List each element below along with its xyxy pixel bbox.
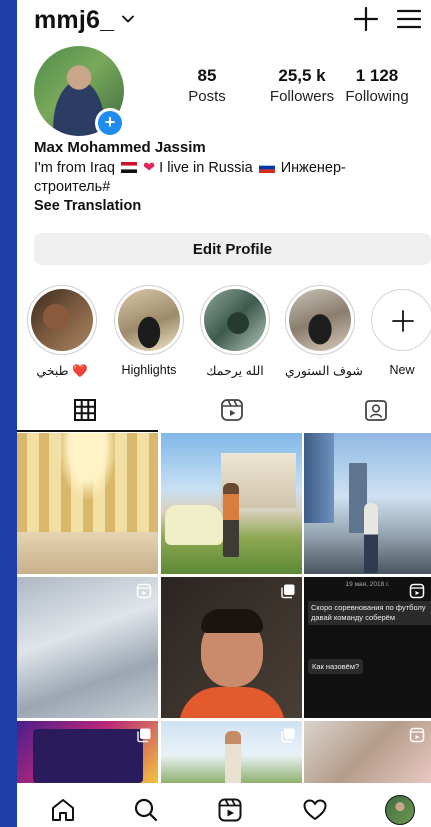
- home-icon[interactable]: [50, 797, 76, 823]
- new-highlight-button[interactable]: New: [367, 285, 431, 377]
- posts-grid: 19 мая, 2018 г. Скоро соревнования по фу…: [17, 433, 431, 783]
- highlight-ring: [114, 285, 184, 355]
- russia-flag-icon: [258, 162, 275, 173]
- photo-person: [223, 483, 239, 557]
- reel-badge-icon: [136, 583, 152, 599]
- highlight-cover: [204, 289, 266, 351]
- username[interactable]: mmj6_: [34, 6, 114, 35]
- followers-count-label: Followers: [269, 88, 335, 105]
- photo-person: [364, 503, 378, 573]
- following-count-value: 1 128: [355, 66, 399, 85]
- add-story-plus-icon[interactable]: +: [95, 108, 125, 138]
- story-answer-text: Как назовём?: [308, 659, 364, 674]
- posts-count-label: Posts: [188, 88, 226, 105]
- plus-icon: [392, 310, 414, 332]
- bottom-navigation: [17, 783, 431, 827]
- post-thumbnail[interactable]: [304, 721, 431, 783]
- bio-line-2: строитель#: [34, 179, 111, 195]
- highlight-label: الله يرحمك: [206, 364, 264, 378]
- edit-profile-button[interactable]: Edit Profile: [34, 233, 431, 265]
- post-thumbnail[interactable]: 19 мая, 2018 г. Скоро соревнования по фу…: [304, 577, 431, 718]
- activity-heart-icon[interactable]: [302, 797, 328, 823]
- profile-avatar-tab[interactable]: [385, 795, 415, 825]
- post-thumbnail[interactable]: [17, 721, 158, 783]
- post-thumbnail[interactable]: [161, 721, 302, 783]
- multi-post-badge-icon: [137, 728, 151, 743]
- bio-line-1: I'm from Iraq ❤ I live in Russia Инженер…: [34, 160, 346, 176]
- bio-text-c: Инженер-: [280, 160, 346, 176]
- photo-certificate: [33, 729, 143, 783]
- top-bar: mmj6_: [17, 0, 431, 44]
- tagged-tab-icon[interactable]: [362, 396, 390, 424]
- see-translation-link[interactable]: See Translation: [34, 198, 141, 214]
- post-thumbnail[interactable]: [161, 577, 302, 718]
- photo-person: [225, 731, 241, 783]
- grid-tab-icon[interactable]: [71, 396, 99, 424]
- highlight-item[interactable]: شوف الستوري: [285, 285, 363, 378]
- bio-text-b: I live in Russia: [159, 160, 253, 176]
- full-name: Max Mohammed Jassim: [34, 139, 206, 156]
- posts-count-value: 85: [197, 66, 217, 85]
- highlight-item[interactable]: طبخي ❤️: [27, 285, 97, 379]
- highlight-item[interactable]: Highlights: [114, 285, 184, 377]
- highlight-ring: [27, 285, 97, 355]
- heart-emoji-icon: ❤: [142, 160, 156, 176]
- reels-tab-icon[interactable]: [218, 396, 246, 424]
- followers-count[interactable]: 25,5 k Followers: [257, 66, 347, 105]
- multi-post-badge-icon: [281, 728, 295, 743]
- active-tab-indicator: [17, 430, 158, 432]
- bio-text-a: I'm from Iraq: [34, 160, 115, 176]
- photo-floor: [17, 532, 158, 574]
- iraq-flag-icon: [120, 162, 137, 173]
- followers-count-value: 25,5 k: [278, 66, 326, 85]
- post-thumbnail[interactable]: [161, 433, 302, 574]
- create-plus-icon[interactable]: [353, 6, 379, 32]
- reel-badge-icon: [409, 583, 425, 599]
- highlight-cover: [289, 289, 351, 351]
- highlight-label: طبخي ❤️: [36, 364, 88, 378]
- photo-car: [165, 505, 223, 545]
- highlight-ring: [285, 285, 355, 355]
- photo-tower: [304, 433, 334, 523]
- posts-count[interactable]: 85 Posts: [177, 66, 237, 105]
- highlight-label: شوف الستوري: [285, 364, 363, 378]
- photo-hair: [201, 609, 263, 633]
- highlight-label: Highlights: [121, 363, 177, 377]
- post-thumbnail[interactable]: [17, 433, 158, 574]
- highlight-cover: [31, 289, 93, 351]
- menu-icon[interactable]: [397, 8, 421, 30]
- highlight-ring: [367, 285, 431, 355]
- post-thumbnail[interactable]: [304, 433, 431, 574]
- highlight-cover: [118, 289, 180, 351]
- new-highlight-circle: [371, 289, 431, 351]
- search-icon[interactable]: [133, 797, 159, 823]
- story-question-text: Скоро соревнования по футболу давай кома…: [308, 601, 431, 625]
- multi-post-badge-icon: [281, 584, 295, 599]
- reel-badge-icon: [409, 727, 425, 743]
- profile-tabs: [17, 388, 431, 432]
- photo-shirt: [179, 687, 285, 718]
- profile-screen: mmj6_ + 85 Posts 25,5 k Followers 1 128 …: [17, 0, 431, 827]
- following-count[interactable]: 1 128 Following: [337, 66, 417, 105]
- reels-icon[interactable]: [217, 797, 243, 823]
- post-thumbnail[interactable]: [17, 577, 158, 718]
- highlight-item[interactable]: الله يرحمك: [200, 285, 270, 378]
- highlight-ring: [200, 285, 270, 355]
- chevron-down-icon[interactable]: [121, 12, 135, 26]
- following-count-label: Following: [345, 88, 409, 105]
- highlight-label: New: [389, 363, 415, 377]
